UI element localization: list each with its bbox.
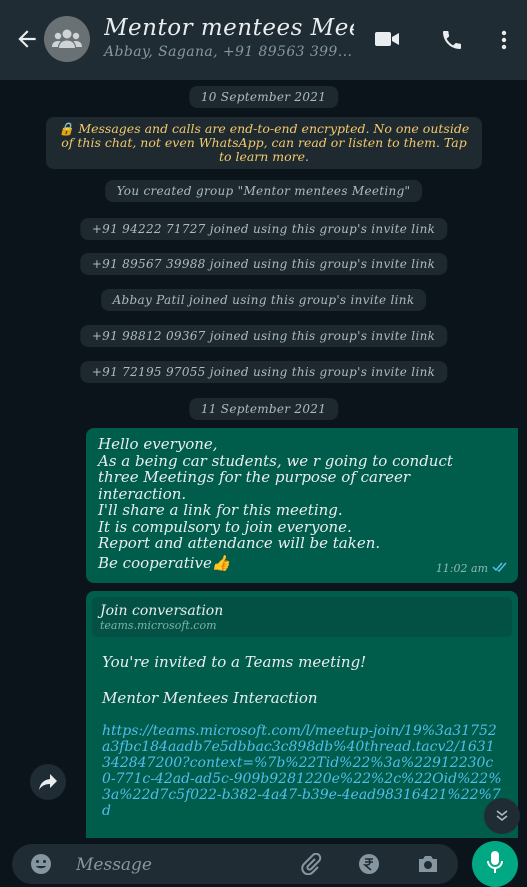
emoji-icon[interactable] [30, 853, 52, 879]
outgoing-link-message[interactable]: Join conversation teams.microsoft.com Yo… [86, 591, 518, 838]
outgoing-message[interactable]: Hello everyone, As a being car students,… [86, 428, 518, 583]
share-icon[interactable] [30, 764, 66, 800]
message-line: three Meetings for the purpose of career [98, 468, 411, 486]
system-message: +91 94222 71727 joined using this group'… [79, 218, 448, 240]
message-input[interactable] [74, 850, 278, 880]
system-message: You created group "Mentor mentees Meetin… [104, 180, 423, 202]
message-time: 11:02 am [435, 561, 488, 575]
system-message: +91 72195 97055 joined using this group'… [79, 361, 448, 383]
rupee-icon[interactable] [358, 853, 380, 879]
message-line: It is compulsory to join everyone. [98, 517, 352, 536]
system-message: +91 89567 39988 joined using this group'… [79, 253, 448, 275]
camera-icon[interactable] [416, 853, 440, 879]
date-divider: 11 September 2021 [188, 398, 339, 420]
voice-call-icon[interactable] [440, 28, 464, 56]
message-line: interaction. [98, 484, 187, 503]
group-avatar-icon[interactable] [44, 16, 90, 62]
link-preview-domain: teams.microsoft.com [100, 619, 217, 632]
chat-title: Mentor mentees Mee... [104, 15, 354, 41]
thumbs-up-emoji: 👍 [211, 553, 231, 572]
chat-header: Mentor mentees Mee... Abbay, Sagana, +91… [0, 0, 527, 80]
message-meta: 11:02 am [436, 561, 508, 578]
link-preview[interactable]: Join conversation teams.microsoft.com [92, 597, 512, 637]
scroll-down-icon[interactable] [484, 798, 520, 834]
message-input-bar[interactable] [12, 844, 458, 884]
attach-icon[interactable] [300, 852, 322, 879]
message-line: Report and attendance will be taken. [98, 534, 381, 552]
mic-button[interactable] [472, 841, 518, 887]
date-divider: 10 September 2021 [188, 86, 339, 108]
compose-bar [0, 838, 527, 887]
message-line: Be cooperative [98, 553, 212, 572]
chat-area[interactable]: 10 September 2021 🔒 Messages and calls a… [0, 80, 527, 838]
message-line: Hello everyone, [98, 435, 218, 453]
message-line: As a being car students, we r going to c… [98, 451, 453, 470]
system-message: +91 98812 09367 joined using this group'… [79, 325, 448, 347]
chat-title-area[interactable]: Mentor mentees Mee... Abbay, Sagana, +91… [104, 14, 354, 62]
back-arrow-icon[interactable] [14, 26, 40, 52]
lock-icon: 🔒 [58, 121, 79, 136]
video-call-icon[interactable] [374, 28, 400, 54]
meeting-link[interactable]: https://teams.microsoft.com/l/meetup-joi… [92, 723, 512, 819]
link-preview-title: Join conversation [100, 603, 224, 619]
chat-participants: Abbay, Sagana, +91 89563 399... [104, 44, 353, 60]
double-check-icon [492, 561, 508, 578]
more-options-icon[interactable] [500, 28, 508, 56]
invite-text: You're invited to a Teams meeting! [102, 653, 367, 671]
system-message: Abbay Patil joined using this group's in… [100, 289, 427, 311]
mic-icon [486, 850, 504, 878]
encryption-notice[interactable]: 🔒 Messages and calls are end-to-end encr… [46, 117, 482, 169]
encryption-text: Messages and calls are end-to-end encryp… [61, 121, 470, 164]
message-line: I'll share a link for this meeting. [98, 501, 343, 519]
meeting-title: Mentor Mentees Interaction [102, 689, 318, 707]
